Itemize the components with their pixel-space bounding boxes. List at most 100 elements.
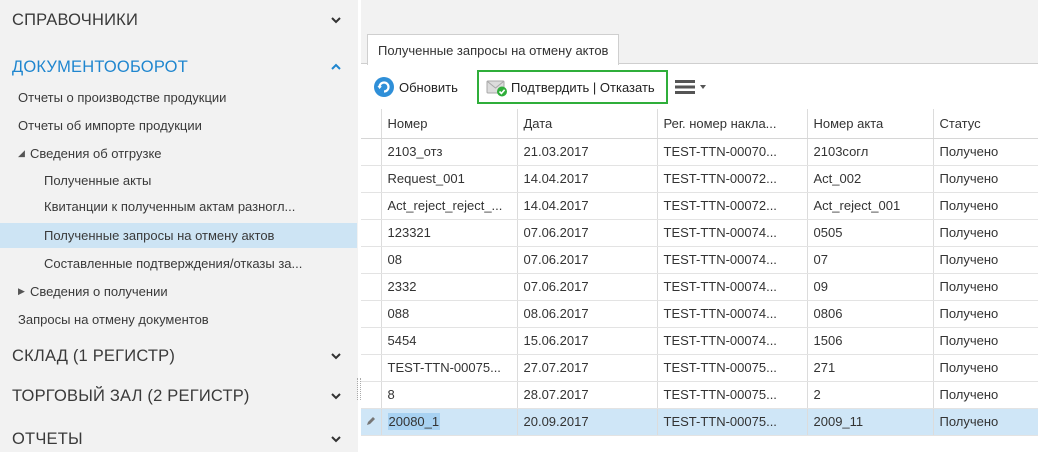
cell-date[interactable]: 21.03.2017	[517, 138, 658, 166]
cell-reg-number[interactable]: TEST-TTN-00075...	[657, 354, 808, 382]
cell-status[interactable]: Получено	[933, 192, 1038, 220]
cell-date[interactable]: 14.04.2017	[517, 192, 658, 220]
cell-number[interactable]: 2332	[381, 273, 518, 301]
cell-status[interactable]: Получено	[933, 300, 1038, 328]
cell-status[interactable]: Получено	[933, 219, 1038, 247]
table-row[interactable]: 2332 07.06.2017 TEST-TTN-00074... 09 Получен…	[361, 273, 1038, 301]
table-row[interactable]: 123321 07.06.2017 TEST-TTN-00074... 0505 Пол…	[361, 219, 1038, 247]
cell-reg-number[interactable]: TEST-TTN-00075...	[657, 408, 808, 436]
cell-date[interactable]: 14.04.2017	[517, 165, 658, 193]
cell-status[interactable]: Получено	[933, 138, 1038, 166]
sidebar-item-doc-cancel-requests[interactable]: Запросы на отмену документов	[0, 307, 358, 332]
column-header-date[interactable]: Дата	[517, 109, 658, 139]
cell-reg-number[interactable]: TEST-TTN-00072...	[657, 192, 808, 220]
section-otchety[interactable]: ОТЧЕТЫ	[0, 424, 358, 452]
chevron-down-icon[interactable]	[330, 350, 342, 362]
cell-number[interactable]: TEST-TTN-00075...	[381, 354, 518, 382]
sidebar-item-import-reports[interactable]: Отчеты об импорте продукции	[0, 113, 358, 138]
sidebar-item-label: Сведения о получении	[30, 284, 168, 299]
cell-act-number[interactable]: 2103согл	[807, 138, 934, 166]
cell-act-number[interactable]: 0505	[807, 219, 934, 247]
cell-date[interactable]: 08.06.2017	[517, 300, 658, 328]
cell-number[interactable]: 2103_отз	[381, 138, 518, 166]
section-spravochniki[interactable]: СПРАВОЧНИКИ	[0, 5, 358, 35]
chevron-down-icon[interactable]	[330, 390, 342, 402]
row-indicator	[361, 408, 382, 436]
cell-act-number[interactable]: Act_reject_001	[807, 192, 934, 220]
cell-reg-number[interactable]: TEST-TTN-00074...	[657, 300, 808, 328]
cell-number[interactable]: Request_001	[381, 165, 518, 193]
table-row[interactable]: 2103_отз 21.03.2017 TEST-TTN-00070... 2103с…	[361, 138, 1038, 166]
cell-status[interactable]: Получено	[933, 327, 1038, 355]
cell-act-number[interactable]: 1506	[807, 327, 934, 355]
cell-status[interactable]: Получено	[933, 165, 1038, 193]
sidebar-item-production-reports[interactable]: Отчеты о производстве продукции	[0, 85, 358, 110]
cell-number[interactable]: 08	[381, 246, 518, 274]
cell-date[interactable]: 07.06.2017	[517, 273, 658, 301]
cell-reg-number[interactable]: TEST-TTN-00070...	[657, 138, 808, 166]
cell-date[interactable]: 20.09.2017	[517, 408, 658, 436]
cell-act-number[interactable]: 0806	[807, 300, 934, 328]
cell-status[interactable]: Получено	[933, 354, 1038, 382]
main-content: Полученные запросы на отмену актов Обнов…	[361, 0, 1038, 452]
column-header-act-number[interactable]: Номер акта	[807, 109, 934, 139]
cell-number[interactable]: Act_reject_reject_...	[381, 192, 518, 220]
cell-date[interactable]: 15.06.2017	[517, 327, 658, 355]
cell-act-number[interactable]: Act_002	[807, 165, 934, 193]
tab-cancel-requests[interactable]: Полученные запросы на отмену актов	[367, 34, 620, 65]
table-row[interactable]: 8 28.07.2017 TEST-TTN-00075... 2 Получено	[361, 381, 1038, 409]
more-menu-button[interactable]	[674, 74, 708, 100]
chevron-down-icon[interactable]	[330, 433, 342, 445]
chevron-down-icon[interactable]	[330, 14, 342, 26]
table-row[interactable]: 5454 15.06.2017 TEST-TTN-00074... 1506 Получ…	[361, 327, 1038, 355]
tree-collapsed-icon[interactable]: ▶	[18, 286, 30, 297]
column-header-status[interactable]: Статус	[933, 109, 1038, 139]
tree-expanded-icon[interactable]: ◢	[18, 148, 30, 159]
cell-date[interactable]: 27.07.2017	[517, 354, 658, 382]
cell-number[interactable]: 20080_1	[381, 408, 518, 436]
cell-status[interactable]: Получено	[933, 273, 1038, 301]
table-row[interactable]: 08 07.06.2017 TEST-TTN-00074... 07 Получено	[361, 246, 1038, 274]
cell-number[interactable]: 8	[381, 381, 518, 409]
cell-number[interactable]: 123321	[381, 219, 518, 247]
sidebar-item-confirmations[interactable]: Составленные подтверждения/отказы за...	[0, 251, 358, 276]
sidebar-item-cancel-requests[interactable]: Полученные запросы на отмену актов	[0, 223, 357, 248]
cell-date[interactable]: 28.07.2017	[517, 381, 658, 409]
cell-act-number[interactable]: 09	[807, 273, 934, 301]
cell-date[interactable]: 07.06.2017	[517, 246, 658, 274]
cell-reg-number[interactable]: TEST-TTN-00072...	[657, 165, 808, 193]
cell-status[interactable]: Получено	[933, 381, 1038, 409]
cell-act-number[interactable]: 2009_11	[807, 408, 934, 436]
cell-reg-number[interactable]: TEST-TTN-00074...	[657, 246, 808, 274]
section-sklad[interactable]: СКЛАД (1 РЕГИСТР)	[0, 341, 358, 371]
table-row[interactable]: Request_001 14.04.2017 TEST-TTN-00072... Ac…	[361, 165, 1038, 193]
cell-number[interactable]: 5454	[381, 327, 518, 355]
section-torgovy-zal[interactable]: ТОРГОВЫЙ ЗАЛ (2 РЕГИСТР)	[0, 381, 358, 411]
sidebar-item-received-acts[interactable]: Полученные акты	[0, 168, 358, 193]
sidebar-item-receipts[interactable]: Квитанции к полученным актам разногл...	[0, 194, 358, 219]
cell-reg-number[interactable]: TEST-TTN-00074...	[657, 327, 808, 355]
cell-reg-number[interactable]: TEST-TTN-00074...	[657, 273, 808, 301]
refresh-button[interactable]: Обновить	[373, 74, 458, 100]
cell-number[interactable]: 088	[381, 300, 518, 328]
column-header-number[interactable]: Номер	[381, 109, 518, 139]
sidebar-item-receipt-info[interactable]: ▶ Сведения о получении	[0, 279, 358, 304]
chevron-up-icon[interactable]	[330, 61, 342, 73]
table-row[interactable]: TEST-TTN-00075... 27.07.2017 TEST-TTN-0007…	[361, 354, 1038, 382]
cell-date[interactable]: 07.06.2017	[517, 219, 658, 247]
cell-reg-number[interactable]: TEST-TTN-00074...	[657, 219, 808, 247]
cell-act-number[interactable]: 2	[807, 381, 934, 409]
cell-reg-number[interactable]: TEST-TTN-00075...	[657, 381, 808, 409]
cell-act-number[interactable]: 271	[807, 354, 934, 382]
sidebar-item-shipment-info[interactable]: ◢ Сведения об отгрузке	[0, 141, 358, 166]
cell-status[interactable]: Получено	[933, 408, 1038, 436]
cell-editor-text[interactable]: 20080_1	[387, 413, 441, 430]
cell-act-number[interactable]: 07	[807, 246, 934, 274]
table-row[interactable]: 20080_1 20.09.2017 TEST-TTN-00075... 2009_1…	[361, 408, 1038, 436]
cell-status[interactable]: Получено	[933, 246, 1038, 274]
section-dokumentooborot[interactable]: ДОКУМЕНТООБОРОТ	[0, 52, 358, 82]
column-header-reg-number[interactable]: Рег. номер накла...	[657, 109, 808, 139]
table-row[interactable]: 088 08.06.2017 TEST-TTN-00074... 0806 Получе…	[361, 300, 1038, 328]
confirm-reject-button[interactable]: Подтвердить | Отказать	[477, 70, 668, 104]
table-row[interactable]: Act_reject_reject_... 14.04.2017 TEST-TTN-…	[361, 192, 1038, 220]
